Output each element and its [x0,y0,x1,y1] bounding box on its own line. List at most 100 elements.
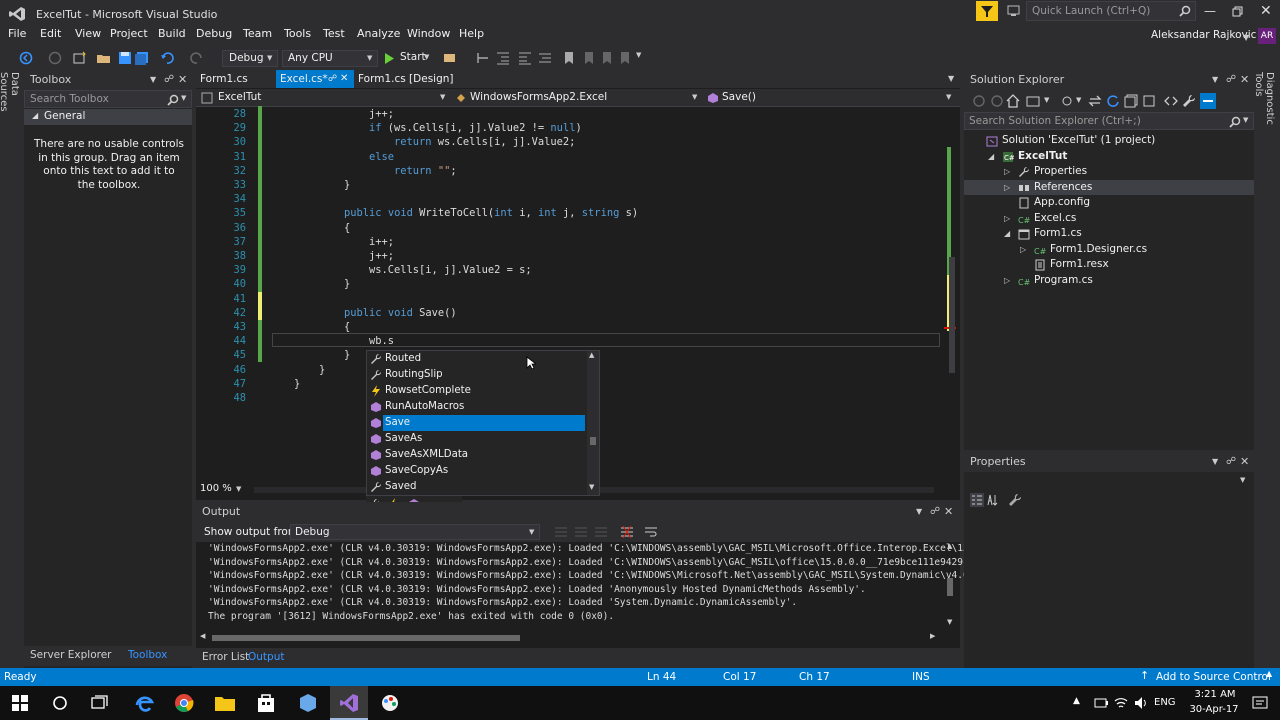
comment-icon[interactable] [538,51,552,65]
code-line[interactable]: 33} [202,178,942,192]
tree-item[interactable]: ▷ C# Excel.cs [964,211,1254,227]
browser-link-icon[interactable] [442,51,458,65]
menu-window[interactable]: Window [407,28,450,40]
output-horizontal-scrollbar[interactable]: ◀ ▶ [200,632,940,644]
back-arrow-icon[interactable] [972,94,986,108]
switch-views-icon[interactable] [1026,94,1040,108]
project-dropdown[interactable]: ExcelTut ▼ [200,90,450,106]
code-line[interactable]: 32 return ""; [202,164,942,178]
file-explorer-icon[interactable] [214,694,236,712]
tree-item[interactable]: ◢ C# ExcelTut [964,149,1254,165]
tree-item[interactable]: Solution 'ExcelTut' (1 project) [964,133,1254,149]
menu-file[interactable]: File [8,28,26,40]
toolbox-group-general[interactable]: ◢ General [24,109,192,125]
add-to-source-control-button[interactable]: ↑ Add to Source Control ▲ [1140,668,1280,686]
tab-toolbox[interactable]: Toolbox [128,649,167,661]
show-all-files-icon[interactable] [1142,94,1156,108]
tab-error-list[interactable]: Error List [202,651,249,663]
editor-vertical-scrollbar[interactable] [944,107,958,482]
view-code-icon[interactable] [1164,94,1178,108]
action-center-icon[interactable] [1252,695,1268,711]
code-line[interactable]: 38 j++; [202,249,942,263]
tree-item[interactable]: ▷ Properties [964,164,1254,180]
restore-button[interactable] [1232,6,1244,18]
output-hscroll-thumb[interactable] [212,635,520,641]
intellisense-item[interactable]: Save [383,415,585,431]
quick-launch-box[interactable]: Quick Launch (Ctrl+Q) [1026,1,1196,21]
close-icon[interactable]: ✕ [1240,70,1249,90]
properties-object-dropdown[interactable]: ▼ [964,472,1254,488]
code-line[interactable]: 42 public void Save() [202,306,942,320]
data-sources-tab[interactable]: Data Sources [0,72,20,132]
quick-launch-input[interactable]: Quick Launch (Ctrl+Q) [1032,5,1150,17]
previous-bookmark-icon[interactable] [582,51,596,65]
save-icon[interactable] [118,51,132,65]
output-source-dropdown[interactable]: Debug ▼ [290,524,540,540]
tree-item[interactable]: ▷ References [964,179,1254,195]
tab-excel-cs[interactable]: Excel.cs* ☍ ✕ [276,70,354,88]
tree-item[interactable]: ◢ Form1.cs [964,226,1254,242]
step-icon[interactable] [476,51,490,65]
edge-browser-icon[interactable] [134,693,154,713]
code-line[interactable]: 28 j++; [202,107,942,121]
intellisense-item[interactable]: RoutingSlip [367,367,587,383]
home-icon[interactable] [1006,94,1020,108]
window-position-icon[interactable]: ▼ [916,502,922,522]
solution-configuration-dropdown[interactable]: Debug ▼ [222,50,278,67]
collapsed-triangle-icon[interactable]: ▷ [1004,164,1010,180]
paint-icon[interactable] [380,693,400,713]
chrome-browser-icon[interactable] [174,693,194,713]
windows-start-icon[interactable] [12,695,28,711]
collapsed-triangle-icon[interactable]: ▷ [1004,273,1010,289]
member-dropdown[interactable]: Save() ▼ [706,90,956,106]
zoom-level[interactable]: 100 % [200,483,232,494]
scroll-down-icon[interactable]: ▼ [589,483,594,491]
tree-item[interactable]: Form1.resx [964,257,1254,273]
intellisense-item[interactable]: SaveCopyAs [367,463,587,479]
scroll-down-icon[interactable]: ▼ [947,618,952,626]
code-line[interactable]: 31 else [202,150,942,164]
refresh-icon[interactable] [1106,94,1120,108]
close-icon[interactable]: ✕ [178,70,187,90]
menu-view[interactable]: View [75,28,101,40]
close-icon[interactable]: ✕ [944,502,953,522]
taskbar-clock-time[interactable]: 3:21 AM [1190,689,1240,700]
close-window-button[interactable]: ✕ [1260,3,1272,19]
tab-form1-design[interactable]: Form1.cs [Design] [354,70,464,88]
forward-arrow-icon[interactable] [990,94,1004,108]
indent-icon[interactable] [496,51,510,65]
code-line[interactable]: 41 [202,292,942,306]
expanded-triangle-icon[interactable]: ◢ [1004,226,1010,242]
volume-icon[interactable] [1134,696,1148,710]
close-icon[interactable]: ✕ [340,70,348,88]
menu-edit[interactable]: Edit [40,28,61,40]
code-line[interactable]: 35 public void WriteToCell(int i, int j, … [202,206,942,220]
scrollbar-thumb[interactable] [949,257,955,373]
intellisense-scroll-thumb[interactable] [590,437,596,445]
go-to-message-icon[interactable] [594,526,608,538]
collapse-all-icon[interactable] [1124,94,1138,108]
tab-list-dropdown-icon[interactable]: ▼ [948,74,954,83]
diagnostic-tools-tab[interactable]: Diagnostic Tools [1253,72,1275,152]
taskbar-clock-date[interactable]: 30-Apr-17 [1186,704,1242,715]
menu-analyze[interactable]: Analyze [357,28,400,40]
chevron-down-icon[interactable]: ▼ [1076,96,1081,104]
store-icon[interactable] [256,693,276,713]
pending-changes-filter-icon[interactable] [1060,94,1074,108]
toolbox-search[interactable]: Search Toolbox ▼ [24,90,192,108]
scroll-left-icon[interactable]: ◀ [200,632,205,640]
battery-icon[interactable] [1094,697,1108,709]
chevron-down-icon[interactable]: ▼ [236,485,241,493]
user-name[interactable]: Aleksandar Rajkovic [1151,29,1256,41]
chevron-down-icon[interactable]: ▼ [1243,33,1249,42]
class-dropdown[interactable]: WindowsFormsApp2.Excel ▼ [454,90,700,106]
menu-help[interactable]: Help [459,28,484,40]
output-vertical-scrollbar[interactable]: ▲ ▼ [944,542,958,630]
wifi-icon[interactable] [1114,696,1128,710]
code-line[interactable]: 40} [202,277,942,291]
pin-icon[interactable]: ☍ [1226,452,1236,472]
pin-icon[interactable]: ☍ [930,502,940,522]
code-line[interactable]: 39 ws.Cells[i, j].Value2 = s; [202,263,942,277]
find-next-icon[interactable] [574,526,588,538]
3d-builder-icon[interactable] [298,693,318,713]
